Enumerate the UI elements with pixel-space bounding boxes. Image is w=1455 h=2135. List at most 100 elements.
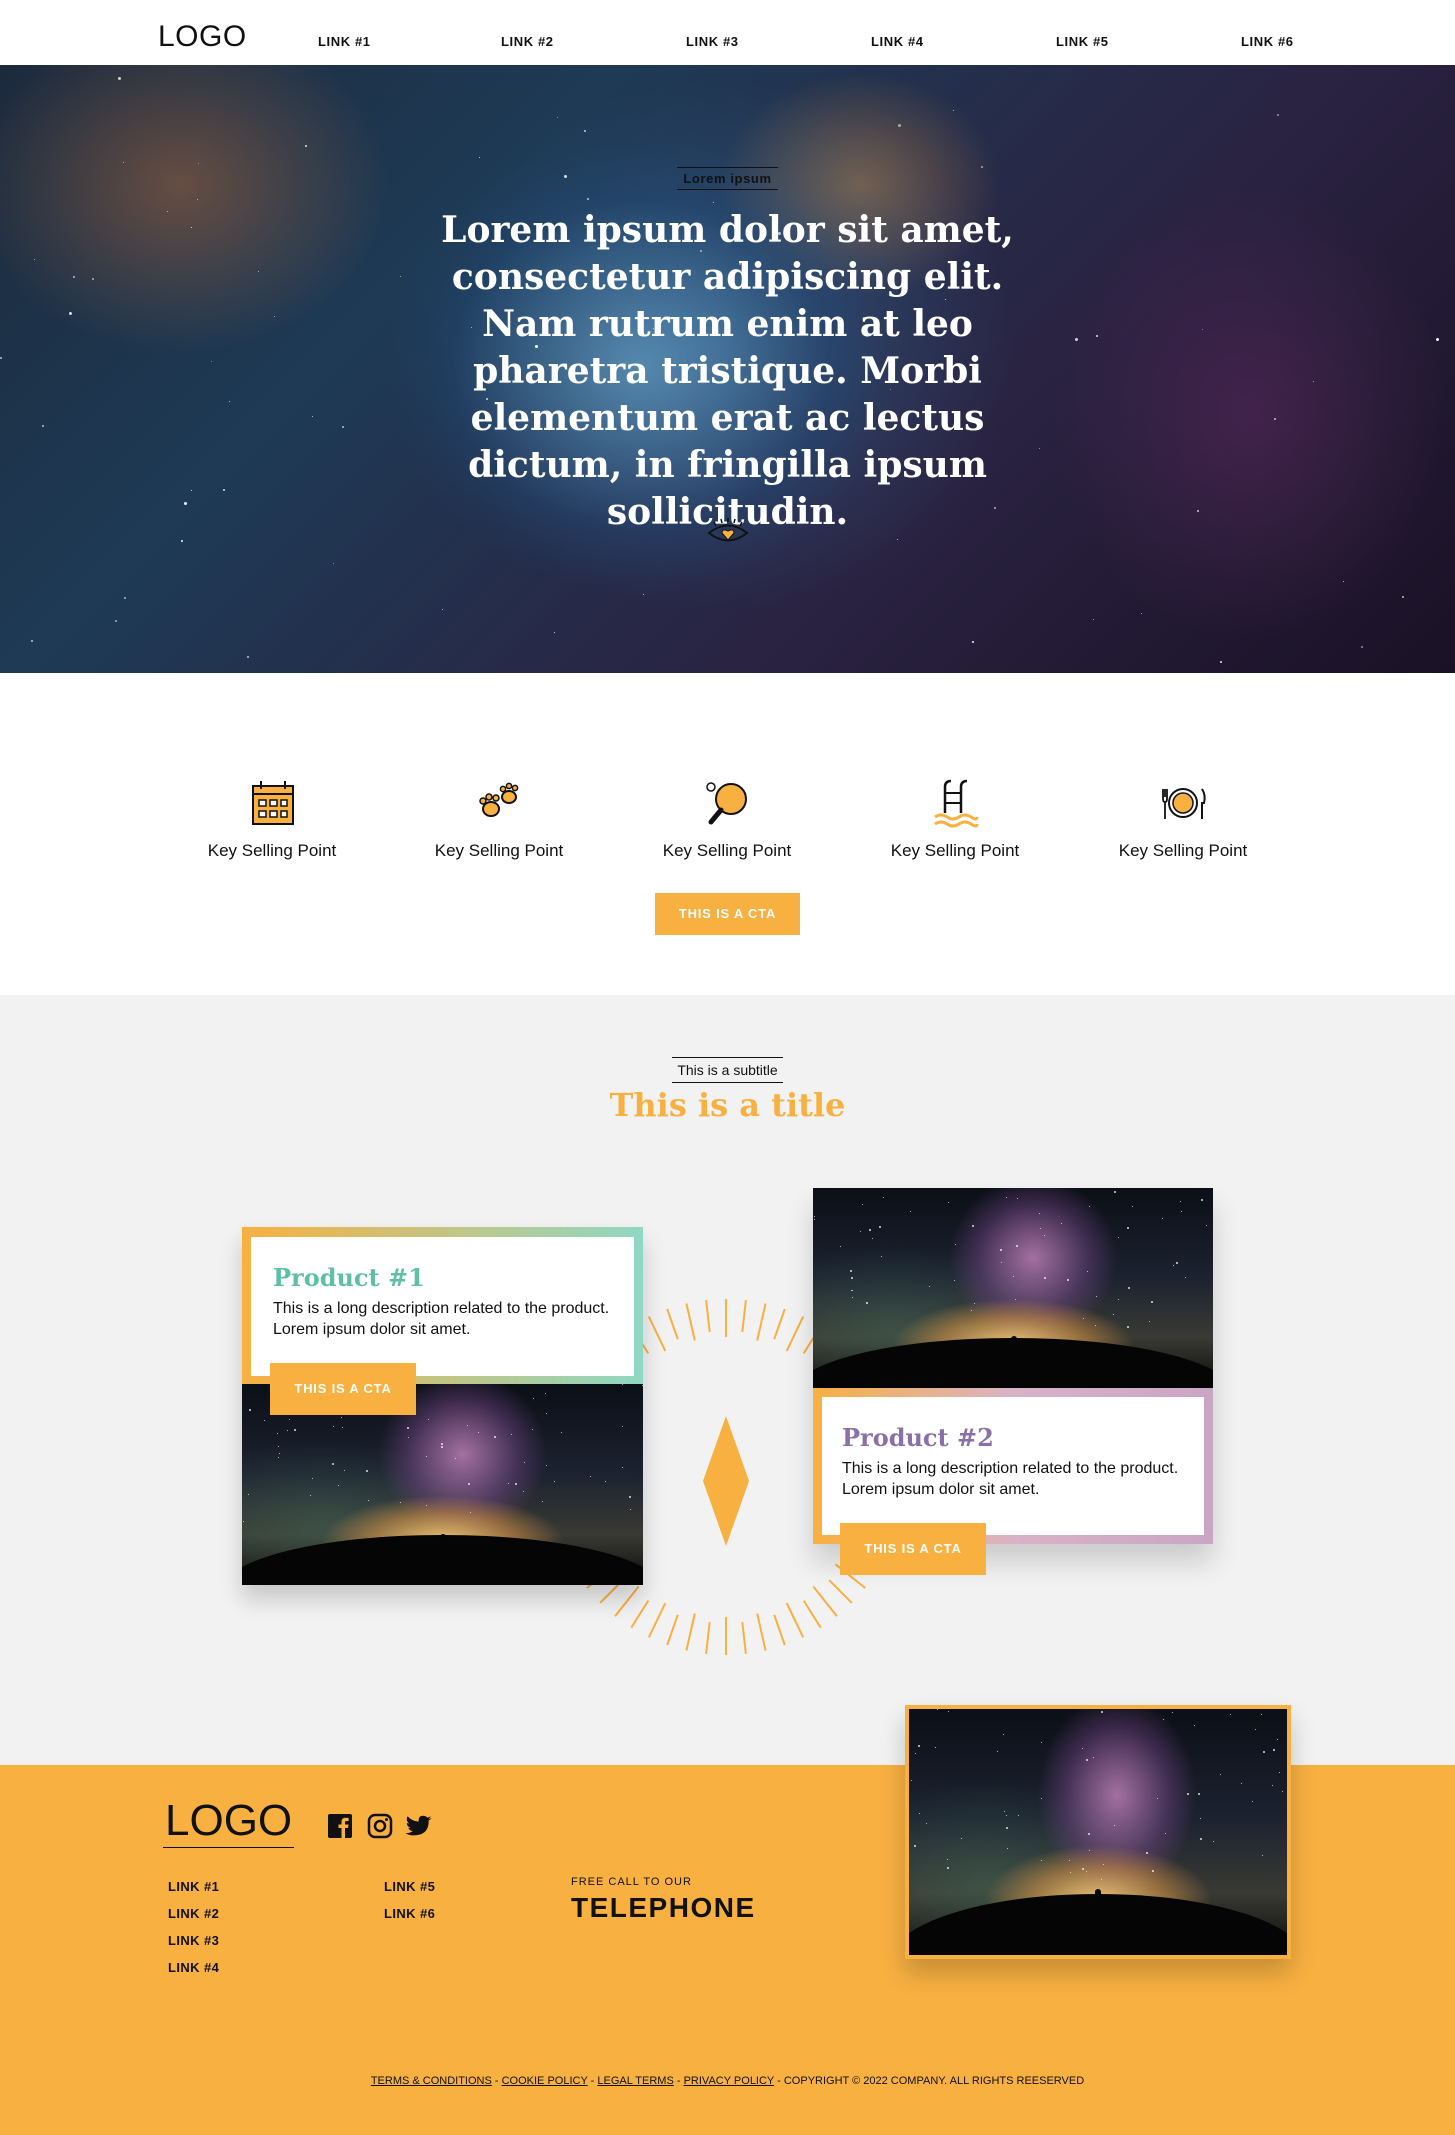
star-dot [1162, 1218, 1163, 1219]
star-dot [247, 656, 249, 658]
star-dot [1004, 1811, 1005, 1812]
star-dot [1213, 1841, 1214, 1842]
star-dot [1089, 1206, 1090, 1207]
twitter-icon[interactable] [405, 1813, 433, 1839]
sunburst-ray [630, 1600, 650, 1629]
footer-link-2[interactable]: LINK #2 [168, 1906, 219, 1921]
star-dot [814, 1219, 815, 1220]
star-dot [1141, 613, 1142, 614]
star-dot [971, 1310, 972, 1311]
star-dot [1180, 1201, 1181, 1202]
cookie-policy-link[interactable]: COOKIE POLICY [502, 2075, 588, 2087]
nav-link-4[interactable]: LINK #4 [871, 34, 924, 49]
nav-link-1[interactable]: LINK #1 [318, 34, 371, 49]
star-dot [426, 1456, 427, 1457]
instagram-icon[interactable] [367, 1813, 393, 1839]
star-dot [441, 1446, 443, 1448]
star-dot [881, 1256, 882, 1257]
main-cta-button[interactable]: THIS IS A CTA [655, 893, 800, 935]
privacy-policy-link[interactable]: PRIVACY POLICY [684, 2075, 774, 2087]
star-dot [911, 1780, 912, 1781]
legal-separator: - [587, 2075, 598, 2087]
product-1-title: Product #1 [273, 1263, 425, 1292]
star-dot [1003, 1734, 1004, 1735]
star-dot [869, 1229, 871, 1231]
sunburst-ray [756, 1613, 767, 1651]
footer-link-5[interactable]: LINK #5 [384, 1879, 435, 1894]
star-dot [1016, 1245, 1018, 1247]
star-dot [1343, 581, 1344, 582]
star-dot [184, 502, 187, 505]
star-dot [1013, 1276, 1014, 1277]
product-1-cta-button[interactable]: THIS IS A CTA [270, 1363, 416, 1415]
star-dot [897, 539, 898, 540]
legal-terms-link[interactable]: LEGAL TERMS [597, 2075, 673, 2087]
star-dot [524, 1462, 525, 1463]
sunburst-ray [828, 1579, 853, 1604]
nav-link-6[interactable]: LINK #6 [1241, 34, 1294, 49]
terms-link[interactable]: TERMS & CONDITIONS [371, 2075, 492, 2087]
star-dot [277, 1433, 278, 1434]
star-dot [1220, 1774, 1221, 1775]
footer-link-6[interactable]: LINK #6 [384, 1906, 435, 1921]
star-dot [305, 145, 307, 147]
star-dot [1313, 381, 1314, 382]
star-dot [442, 609, 443, 610]
star-dot [1114, 1825, 1115, 1826]
star-dot [479, 157, 480, 158]
sunburst-ray [685, 1303, 696, 1341]
sunburst-ray [647, 1316, 667, 1352]
star-dot [1089, 1850, 1090, 1851]
star-dot [211, 361, 212, 362]
star-dot [914, 1845, 916, 1847]
star-dot [1096, 1296, 1097, 1297]
star-dot [919, 1813, 920, 1814]
footer-link-3[interactable]: LINK #3 [168, 1933, 219, 1948]
star-dot [554, 1481, 555, 1482]
star-dot [1200, 1838, 1202, 1840]
nav-link-3[interactable]: LINK #3 [686, 34, 739, 49]
nav-link-5[interactable]: LINK #5 [1056, 34, 1109, 49]
footer-photo-frame [905, 1705, 1291, 1959]
star-dot [1018, 1815, 1019, 1816]
legal-bar: TERMS & CONDITIONS - COOKIE POLICY - LEG… [0, 2075, 1455, 2087]
star-dot [1006, 1197, 1007, 1198]
star-dot [1436, 338, 1439, 341]
logo[interactable]: LOGO [158, 20, 247, 54]
footer-link-1[interactable]: LINK #1 [168, 1879, 219, 1894]
selling-point-label: Key Selling Point [662, 841, 792, 860]
facebook-icon[interactable] [327, 1813, 353, 1839]
star-dot [554, 632, 555, 633]
star-dot [961, 1838, 962, 1839]
star-dot [344, 1470, 345, 1471]
telephone-number[interactable]: TELEPHONE [571, 1892, 756, 1924]
star-dot [1163, 1719, 1164, 1720]
product-1-description: This is a long description related to th… [273, 1300, 610, 1338]
star-dot [1202, 329, 1203, 330]
star-dot [605, 1481, 606, 1482]
star-dot [342, 426, 344, 428]
star-dot [1113, 1314, 1114, 1315]
star-dot [1151, 1301, 1153, 1303]
star-dot [1095, 1325, 1096, 1326]
star-dot [407, 1427, 409, 1429]
product-2-body: Product #2 This is a long description re… [822, 1397, 1204, 1535]
star-dot [546, 1413, 547, 1414]
hero-kicker: Lorem ipsum [0, 167, 1455, 190]
section-subtitle-text: This is a subtitle [672, 1057, 783, 1083]
star-dot [814, 1216, 815, 1217]
product-2-cta-button[interactable]: THIS IS A CTA [840, 1523, 986, 1575]
star-dot [947, 1867, 949, 1869]
star-dot [850, 1270, 852, 1272]
star-dot [515, 1483, 517, 1485]
nav-link-2[interactable]: LINK #2 [501, 34, 554, 49]
star-dot [287, 1430, 288, 1431]
star-dot [264, 1420, 265, 1421]
star-dot [511, 1434, 512, 1435]
star-dot [974, 1303, 975, 1304]
footer-logo[interactable]: LOGO [163, 1795, 295, 1848]
footer-link-4[interactable]: LINK #4 [168, 1960, 219, 1975]
sunburst-ray [666, 1308, 679, 1340]
star-dot [972, 641, 974, 643]
star-dot [948, 1202, 949, 1203]
